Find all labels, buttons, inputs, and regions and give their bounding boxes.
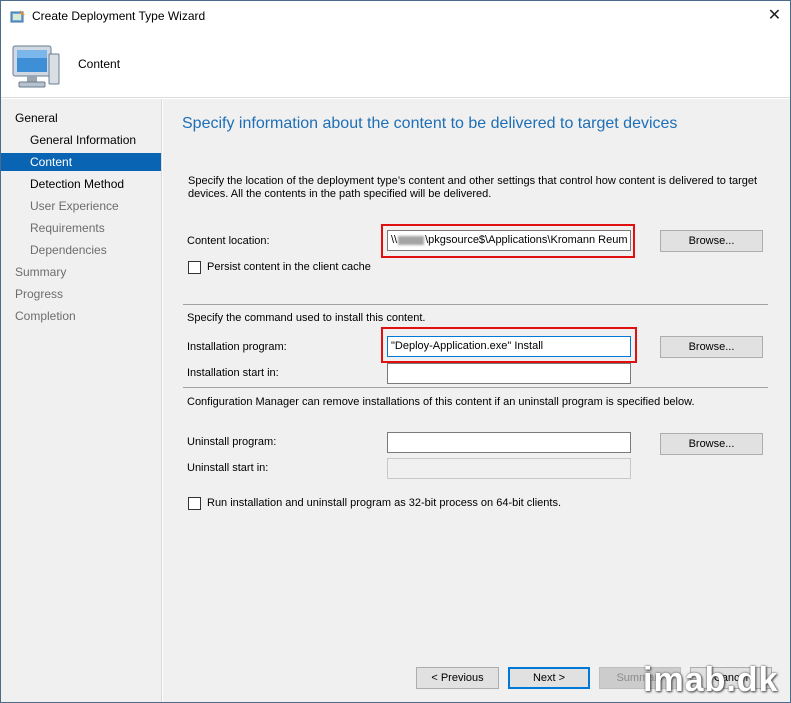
persist-cache-label: Persist content in the client cache xyxy=(207,261,371,273)
content-description: Specify the location of the deployment t… xyxy=(188,175,758,200)
sidebar-item-dependencies: Dependencies xyxy=(30,243,107,257)
installation-start-in-input[interactable] xyxy=(387,363,631,384)
sidebar-item-general[interactable]: General xyxy=(15,109,58,127)
title-bar: Create Deployment Type Wizard ✕ xyxy=(1,1,790,32)
header-title: Content xyxy=(78,57,121,71)
computer-icon xyxy=(12,45,60,88)
uninstall-start-in-label: Uninstall start in: xyxy=(187,462,269,474)
installation-program-label: Installation program: xyxy=(187,341,287,353)
watermark-logo: imab.dk xyxy=(643,661,779,699)
wizard-header: Content xyxy=(1,32,790,98)
uninstall-start-in-input xyxy=(387,458,631,479)
wizard-window: Create Deployment Type Wizard ✕ Content … xyxy=(0,0,791,703)
wizard-main-panel: Specify information about the content to… xyxy=(163,99,790,702)
sidebar-item-progress: Progress xyxy=(15,287,64,301)
sidebar-item-completion: Completion xyxy=(15,309,76,323)
close-button[interactable]: ✕ xyxy=(759,1,790,32)
separator-uninstall xyxy=(183,387,768,388)
content-location-highlight xyxy=(381,224,635,258)
uninstall-program-input[interactable] xyxy=(387,432,631,453)
content-location-label: Content location: xyxy=(187,235,270,247)
sidebar-item-user-experience: User Experience xyxy=(30,199,119,213)
next-button[interactable]: Next > xyxy=(508,667,590,689)
sidebar-item-general-information[interactable]: General Information xyxy=(30,131,136,149)
installation-program-highlight xyxy=(381,327,637,363)
sidebar-item-detection-method[interactable]: Detection Method xyxy=(30,175,124,193)
uninstall-program-browse-button[interactable]: Browse... xyxy=(660,433,763,455)
uninstall-section-label: Configuration Manager can remove install… xyxy=(187,396,695,408)
uninstall-program-label: Uninstall program: xyxy=(187,436,277,448)
installation-program-browse-button[interactable]: Browse... xyxy=(660,336,763,358)
install-section-label: Specify the command used to install this… xyxy=(187,312,426,324)
wizard-app-icon xyxy=(10,10,25,23)
wizard-sidebar: General General Information Content Dete… xyxy=(1,99,162,702)
persist-cache-checkbox[interactable] xyxy=(188,261,201,274)
run-32bit-checkbox[interactable] xyxy=(188,497,201,510)
run-32bit-label: Run installation and uninstall program a… xyxy=(207,497,562,509)
sidebar-item-summary: Summary xyxy=(15,265,67,279)
sidebar-item-requirements: Requirements xyxy=(30,221,105,235)
separator-install xyxy=(183,304,768,305)
sidebar-item-content[interactable]: Content xyxy=(1,153,161,171)
page-heading: Specify information about the content to… xyxy=(182,115,678,132)
installation-start-in-label: Installation start in: xyxy=(187,367,279,379)
previous-button[interactable]: < Previous xyxy=(416,667,499,689)
window-title: Create Deployment Type Wizard xyxy=(32,9,206,23)
content-location-browse-button[interactable]: Browse... xyxy=(660,230,763,252)
